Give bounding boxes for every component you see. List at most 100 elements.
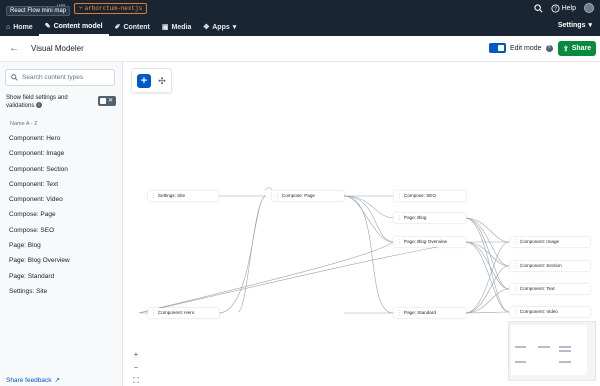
list-item[interactable]: Component: Section [0, 162, 123, 177]
minimap-node [538, 346, 550, 348]
node-compose-page[interactable]: ⋮⋮ Compose: Page [272, 191, 344, 201]
edit-mode-toggle[interactable] [489, 43, 506, 53]
nav-content[interactable]: ✐ Content [109, 18, 156, 36]
search-input[interactable]: Search content types [5, 69, 115, 86]
help-menu[interactable]: ? Help [551, 3, 576, 13]
nav-apps[interactable]: ✥ Apps ▾ [197, 18, 242, 36]
drag-handle-icon[interactable]: ⋮⋮ [513, 261, 523, 271]
branch-label: arborctum-nextjs [84, 5, 143, 12]
home-icon: ⌂ [6, 23, 11, 31]
zoom-controls: + − ⛶ [130, 349, 142, 386]
wrench-icon: ✎ [44, 23, 51, 30]
node-label: Compose: Page [282, 193, 315, 198]
minimap-tooltip: React Flow mini map [6, 6, 71, 16]
list-item[interactable]: Settings: Site [0, 284, 123, 299]
node-component-image[interactable]: ⋮⋮ Component: Image [510, 237, 590, 247]
minimap-node [515, 361, 526, 363]
auto-layout-icon[interactable]: ✣ [155, 74, 169, 88]
settings-label: Settings [557, 21, 586, 29]
drag-handle-icon[interactable]: ⋮⋮ [513, 237, 523, 247]
drag-handle-icon[interactable]: ⋮⋮ [275, 191, 285, 201]
list-item[interactable]: Component: Hero [0, 131, 123, 146]
branch-icon: ⑂ [79, 5, 83, 12]
node-label: Component: Text [520, 286, 555, 291]
node-label: Page: Standard [404, 310, 436, 315]
node-component-text[interactable]: ⋮⋮ Component: Text [510, 284, 590, 294]
list-item[interactable]: Page: Standard [0, 269, 123, 284]
drag-handle-icon[interactable]: ⋮⋮ [513, 307, 523, 317]
node-page-standard[interactable]: ⋮⋮ Page: Standard [394, 308, 466, 318]
share-icon: ⇪ [562, 45, 569, 53]
fit-view-button[interactable]: ⛶ [130, 375, 142, 386]
drag-handle-icon[interactable]: ⋮⋮ [397, 191, 407, 201]
search-placeholder: Search content types [22, 74, 84, 81]
minimap-node [559, 346, 571, 348]
node-component-video[interactable]: ⋮⋮ Component: Video [510, 307, 590, 317]
list-item[interactable]: Component: Video [0, 192, 123, 207]
sidebar: Search content types Show field settings… [0, 62, 123, 386]
drag-handle-icon[interactable]: ⋮⋮ [397, 213, 407, 223]
environment-branch-chip[interactable]: ⑂ arborctum-nextjs [74, 3, 148, 14]
node-label: Component: Hero [158, 310, 195, 315]
info-icon[interactable]: i [36, 102, 43, 109]
search-icon[interactable] [533, 3, 543, 13]
canvas-toolbar: + ✣ [131, 68, 172, 93]
node-label: Page: Blog Overview [404, 239, 447, 244]
node-label: Component: Video [520, 309, 558, 314]
chevron-down-icon: ▾ [588, 22, 592, 29]
back-arrow-icon[interactable]: ← [9, 43, 19, 54]
node-page-blog-overview[interactable]: ⋮⋮ Page: Blog Overview [394, 237, 466, 247]
share-button[interactable]: ⇪ Share [558, 41, 596, 56]
zoom-out-button[interactable]: − [130, 362, 142, 374]
node-settings-site[interactable]: ⋮⋮ Settings: Site [148, 191, 218, 201]
list-item[interactable]: Component: Text [0, 177, 123, 192]
minimap-viewport[interactable] [511, 325, 587, 375]
feedback-label: Share feedback [6, 376, 52, 384]
drag-handle-icon[interactable]: ⋮⋮ [151, 308, 161, 318]
edit-mode-control: Edit mode ? [489, 43, 553, 53]
list-item[interactable]: Compose: Page [0, 207, 123, 222]
share-feedback-link[interactable]: Share feedback ↗ [6, 376, 60, 385]
chevron-down-icon: ▾ [232, 24, 237, 31]
drag-handle-icon[interactable]: ⋮⋮ [151, 191, 161, 201]
external-link-icon: ↗ [54, 377, 60, 384]
top-bar: um ⑂ arborctum-nextjs React Flow mini ma… [0, 0, 600, 36]
nav-media[interactable]: ▣ Media [156, 18, 197, 36]
node-component-section[interactable]: ⋮⋮ Component: Section [510, 261, 590, 271]
field-settings-label: Show field settings and validations i [6, 94, 96, 110]
node-component-hero[interactable]: ⋮⋮ Component: Hero [148, 308, 219, 318]
zoom-in-button[interactable]: + [130, 349, 142, 361]
minimap[interactable] [508, 321, 596, 381]
list-item[interactable]: Component: Image [0, 146, 123, 161]
minimap-node [559, 361, 571, 363]
nav-apps-label: Apps [212, 23, 230, 31]
drag-handle-icon[interactable]: ⋮⋮ [513, 284, 523, 294]
drag-handle-icon[interactable]: ⋮⋮ [397, 237, 407, 247]
main-nav: ⌂ Home ✎ Content model ✐ Content ▣ Media… [0, 18, 600, 36]
content-type-list: Component: Hero Component: Image Compone… [0, 131, 123, 299]
field-settings-toggle[interactable] [98, 96, 116, 106]
nav-content-model[interactable]: ✎ Content model [38, 18, 109, 36]
model-canvas[interactable]: + ✣ ⋮⋮ Settings: Site ⋮⋮ Compose: Page ⋮⋮ C… [123, 62, 600, 386]
sort-label[interactable]: Name A - Z [10, 121, 38, 127]
drag-handle-icon[interactable]: ⋮⋮ [397, 308, 407, 318]
node-label: Page: Blog [404, 215, 427, 220]
node-compose-seo[interactable]: ⋮⋮ Compose: SEO [394, 191, 466, 201]
help-icon[interactable]: ? [545, 44, 553, 52]
avatar[interactable] [584, 3, 594, 13]
node-label: Compose: SEO [404, 193, 436, 198]
nav-media-label: Media [171, 23, 192, 31]
list-item[interactable]: Page: Blog Overview [0, 253, 123, 268]
nav-content-model-label: Content model [53, 22, 103, 30]
list-item[interactable]: Page: Blog [0, 238, 123, 253]
node-page-blog[interactable]: ⋮⋮ Page: Blog [394, 213, 466, 223]
node-label: Component: Section [520, 263, 562, 268]
puzzle-icon: ✥ [203, 24, 210, 31]
add-content-type-button[interactable]: + [137, 74, 151, 88]
settings-menu[interactable]: Settings ▾ [557, 21, 592, 30]
node-label: Settings: Site [158, 193, 186, 198]
nav-home[interactable]: ⌂ Home [0, 18, 39, 36]
list-item[interactable]: Compose: SEO [0, 223, 123, 238]
search-icon [11, 74, 18, 81]
minimap-node [559, 350, 571, 352]
